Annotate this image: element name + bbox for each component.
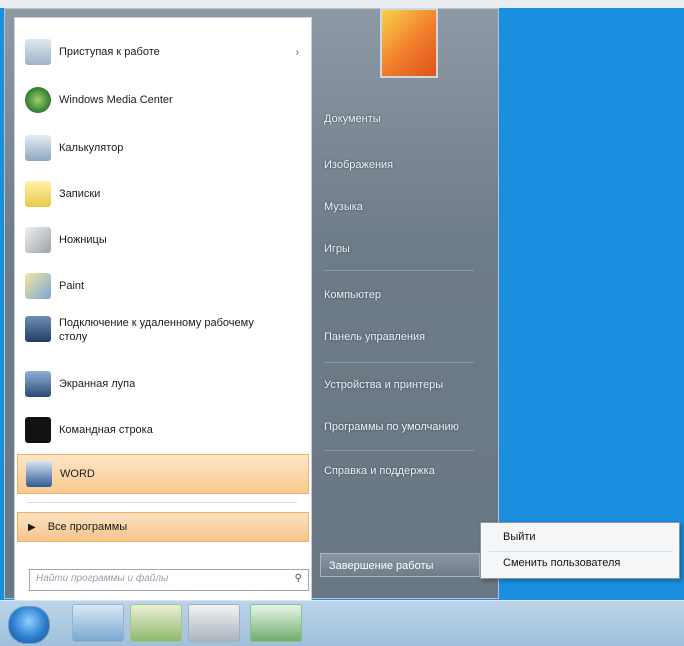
shutdown-button[interactable]: Завершение работы bbox=[320, 553, 480, 577]
chevron-right-icon: › bbox=[295, 46, 299, 58]
separator bbox=[27, 502, 297, 503]
paint-icon bbox=[25, 273, 51, 299]
program-label: Командная строка bbox=[59, 424, 153, 436]
right-item-pictures[interactable]: Изображения bbox=[322, 154, 494, 176]
programs-pane: Приступая к работе › Windows Media Cente… bbox=[14, 17, 312, 601]
program-item-cmd[interactable]: Командная строка bbox=[17, 410, 309, 450]
search-icon: ⚲ bbox=[294, 573, 302, 584]
program-item-getting-started[interactable]: Приступая к работе › bbox=[17, 32, 309, 72]
program-label: Ножницы bbox=[59, 234, 107, 246]
right-item-control-panel[interactable]: Панель управления bbox=[322, 326, 494, 348]
start-button-icon[interactable] bbox=[8, 606, 50, 644]
right-item-devices-printers[interactable]: Устройства и принтеры bbox=[322, 374, 494, 396]
search-input[interactable]: Найти программы и файлы ⚲ bbox=[29, 569, 309, 591]
menu-item-switch-user[interactable]: Сменить пользователя bbox=[503, 557, 620, 569]
user-picture[interactable] bbox=[380, 8, 438, 78]
magnifier-icon bbox=[25, 371, 51, 397]
program-item-magnifier[interactable]: Экранная лупа bbox=[17, 364, 309, 404]
snipping-tool-icon bbox=[25, 227, 51, 253]
desktop-top-strip bbox=[0, 0, 684, 8]
program-item-snipping-tool[interactable]: Ножницы bbox=[17, 220, 309, 260]
right-item-default-programs[interactable]: Программы по умолчанию bbox=[322, 416, 494, 438]
program-label: Записки bbox=[59, 188, 101, 200]
program-label: Приступая к работе bbox=[59, 46, 160, 58]
program-item-sticky-notes[interactable]: Записки bbox=[17, 174, 309, 214]
taskbar-app-icon[interactable] bbox=[250, 604, 302, 642]
right-item-music[interactable]: Музыка bbox=[322, 196, 494, 218]
sticky-notes-icon bbox=[25, 181, 51, 207]
program-label: Экранная лупа bbox=[59, 378, 136, 390]
all-programs-label: Все программы bbox=[47, 521, 128, 533]
media-center-icon bbox=[25, 87, 51, 113]
all-programs-button[interactable]: ▶ Все программы bbox=[17, 512, 309, 542]
shutdown-options-menu: Выйти Сменить пользователя bbox=[480, 522, 680, 579]
program-item-media-center[interactable]: Windows Media Center bbox=[17, 80, 309, 120]
right-item-games[interactable]: Игры bbox=[322, 238, 494, 260]
separator bbox=[324, 270, 474, 271]
search-placeholder: Найти программы и файлы bbox=[36, 573, 169, 584]
separator bbox=[489, 551, 673, 552]
program-label: WORD bbox=[60, 468, 95, 480]
taskbar-media-player-icon[interactable] bbox=[188, 604, 240, 642]
separator bbox=[324, 362, 474, 363]
cmd-icon bbox=[25, 417, 51, 443]
menu-item-log-off[interactable]: Выйти bbox=[503, 531, 536, 543]
right-item-help-support[interactable]: Справка и поддержка bbox=[322, 460, 494, 482]
program-item-paint[interactable]: Paint bbox=[17, 266, 309, 306]
word-icon bbox=[26, 461, 52, 487]
separator bbox=[324, 450, 474, 451]
chevron-right-icon: ▶ bbox=[28, 521, 36, 533]
taskbar-ie-icon[interactable] bbox=[72, 604, 124, 642]
right-item-documents[interactable]: Документы bbox=[322, 108, 494, 130]
right-item-computer[interactable]: Компьютер bbox=[322, 284, 494, 306]
program-label: Windows Media Center bbox=[59, 94, 173, 106]
remote-desktop-icon bbox=[25, 316, 51, 342]
program-item-remote-desktop[interactable]: Подключение к удаленному рабочему столу bbox=[17, 310, 309, 358]
program-item-word[interactable]: WORD bbox=[17, 454, 309, 494]
program-label: Paint bbox=[59, 280, 85, 292]
getting-started-icon bbox=[25, 39, 51, 65]
program-label: Калькулятор bbox=[59, 142, 124, 154]
program-item-calculator[interactable]: Калькулятор bbox=[17, 128, 309, 168]
taskbar-explorer-icon[interactable] bbox=[130, 604, 182, 642]
calculator-icon bbox=[25, 135, 51, 161]
program-label: Подключение к удаленному рабочему столу bbox=[59, 317, 254, 343]
